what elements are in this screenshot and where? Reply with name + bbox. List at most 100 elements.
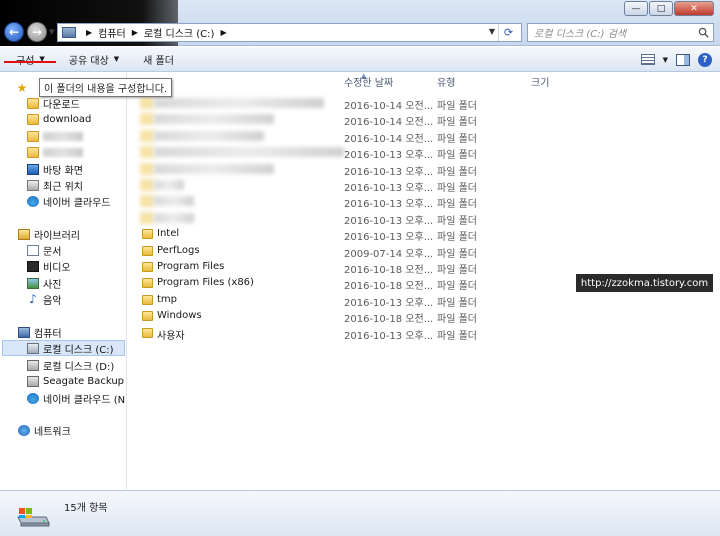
table-row[interactable]: 사용자 2016-10-13 오후... 파일 폴더 bbox=[128, 325, 720, 342]
nav-libraries[interactable]: 라이브러리 bbox=[18, 226, 80, 242]
nav-item-local-disk-d[interactable]: 로컬 디스크 (D:) bbox=[27, 357, 114, 373]
nav-network[interactable]: 네트워크 bbox=[18, 422, 71, 438]
search-input[interactable]: 로컬 디스크 (C:) 검색 bbox=[527, 23, 714, 42]
help-icon[interactable]: ? bbox=[698, 52, 712, 67]
file-type: 파일 폴더 bbox=[437, 117, 477, 129]
forward-button[interactable]: → bbox=[27, 22, 47, 42]
file-date: 2016-10-13 오후... bbox=[344, 199, 434, 211]
refresh-icon[interactable]: ⟳ bbox=[498, 24, 518, 41]
preview-pane-icon[interactable] bbox=[676, 53, 690, 66]
file-date: 2016-10-18 오전... bbox=[344, 314, 434, 326]
table-row[interactable]: 2016-10-13 오후... 파일 폴더 bbox=[128, 177, 720, 194]
nav-item-music[interactable]: ♪ 음악 bbox=[27, 291, 61, 307]
nav-item-documents[interactable]: 문서 bbox=[27, 242, 61, 258]
file-date: 2016-10-13 오후... bbox=[344, 166, 434, 178]
toolbar-right-controls: ▼ ? bbox=[640, 47, 720, 72]
nav-item-pictures[interactable]: 사진 bbox=[27, 275, 61, 291]
nav-item-recent-places[interactable]: 최근 위치 bbox=[27, 177, 83, 193]
table-row[interactable]: 2016-10-13 오후... 파일 폴더 bbox=[128, 161, 720, 178]
navigation-pane[interactable]: ★ 다운로드 download 바탕 화면 최근 위치 네이버 클라우드 라이브… bbox=[0, 72, 142, 490]
file-type: 파일 폴더 bbox=[437, 314, 477, 326]
column-header-type[interactable]: 유형 bbox=[437, 72, 455, 90]
organize-button[interactable]: 구성 ▼ bbox=[0, 47, 55, 72]
redacted-label bbox=[43, 131, 83, 141]
search-icon[interactable] bbox=[698, 27, 709, 38]
nav-item-naver-cloud[interactable]: 네이버 클라우드 bbox=[27, 193, 111, 209]
file-date: 2009-07-14 오후... bbox=[344, 248, 434, 260]
table-row[interactable]: PerfLogs 2009-07-14 오후... 파일 폴더 bbox=[128, 243, 720, 260]
maximize-button[interactable]: □ bbox=[649, 1, 673, 16]
details-pane: 15개 항목 bbox=[0, 490, 720, 536]
redacted-label bbox=[43, 147, 83, 157]
nav-item-downloads[interactable]: 다운로드 bbox=[27, 95, 80, 111]
nav-item-label: 컴퓨터 bbox=[34, 328, 62, 340]
table-row[interactable]: 2016-10-13 오후... 파일 폴더 bbox=[128, 210, 720, 227]
organize-tooltip: 이 폴더의 내용을 구성합니다. bbox=[39, 78, 173, 97]
nav-item-naver-cloud-drive[interactable]: 네이버 클라우드 (N bbox=[27, 390, 125, 406]
view-options-icon[interactable] bbox=[640, 54, 655, 65]
share-label: 공유 대상 bbox=[68, 55, 109, 67]
back-button[interactable]: ← bbox=[4, 22, 24, 42]
folder-icon bbox=[140, 179, 154, 191]
new-folder-button[interactable]: 새 폴더 bbox=[133, 47, 184, 72]
drive-icon bbox=[27, 359, 39, 371]
table-row[interactable]: 2016-10-14 오전... 파일 폴더 bbox=[128, 111, 720, 129]
file-date: 2016-10-13 오후... bbox=[344, 215, 434, 227]
file-name: Windows bbox=[157, 310, 202, 322]
file-name: PerfLogs bbox=[157, 244, 200, 256]
file-type: 파일 폴더 bbox=[437, 297, 477, 309]
file-type: 파일 폴더 bbox=[437, 281, 477, 293]
breadcrumb-separator[interactable]: ▶ bbox=[220, 28, 226, 37]
table-row[interactable]: 2016-10-14 오전... 파일 폴더 bbox=[128, 95, 720, 112]
file-type: 파일 폴더 bbox=[437, 215, 477, 227]
documents-icon bbox=[27, 244, 39, 256]
red-underline-annotation bbox=[4, 61, 56, 63]
organize-label: 구성 bbox=[16, 52, 34, 67]
nav-item-redacted[interactable] bbox=[27, 128, 83, 144]
nav-item-desktop[interactable]: 바탕 화면 bbox=[27, 161, 83, 177]
table-row[interactable]: Program Files 2016-10-18 오전... 파일 폴더 bbox=[128, 259, 720, 276]
nav-item-seagate-backup[interactable]: Seagate Backup Plu bbox=[27, 373, 142, 389]
music-note-icon: ♪ bbox=[29, 291, 37, 306]
folder-icon bbox=[142, 262, 153, 272]
view-dropdown-icon[interactable]: ▼ bbox=[663, 56, 668, 64]
nav-item-label: 로컬 디스크 (C:) bbox=[43, 344, 114, 356]
folder-icon bbox=[140, 211, 154, 224]
table-row[interactable]: 2016-10-13 오후... 파일 폴더 bbox=[128, 193, 720, 211]
nav-item-local-disk-c[interactable]: 로컬 디스크 (C:) bbox=[2, 340, 125, 356]
file-type: 파일 폴더 bbox=[437, 133, 477, 145]
close-button[interactable]: ✕ bbox=[674, 1, 714, 16]
column-header-date[interactable]: 수정한 날짜 bbox=[344, 72, 393, 90]
table-row[interactable]: Windows 2016-10-18 오전... 파일 폴더 bbox=[128, 308, 720, 326]
breadcrumb-local-disk-c[interactable]: 로컬 디스크 (C:) bbox=[144, 25, 215, 40]
computer-icon bbox=[62, 27, 76, 38]
computer-icon bbox=[18, 326, 30, 338]
address-dropdown[interactable]: ▼ bbox=[489, 27, 495, 36]
column-header-size[interactable]: 크기 bbox=[531, 72, 549, 90]
breadcrumb-computer[interactable]: 컴퓨터 bbox=[98, 25, 126, 40]
folder-icon bbox=[27, 113, 39, 125]
nav-item-videos[interactable]: 비디오 bbox=[27, 258, 71, 274]
folder-icon bbox=[140, 113, 154, 126]
nav-computer[interactable]: 컴퓨터 bbox=[18, 324, 62, 340]
redacted-name bbox=[154, 163, 274, 174]
folder-icon bbox=[140, 146, 154, 159]
file-date: 2016-10-14 오전... bbox=[344, 101, 434, 112]
nav-item-label: 로컬 디스크 (D:) bbox=[43, 361, 115, 373]
address-bar[interactable]: ▶ 컴퓨터 ▶ 로컬 디스크 (C:) ▶ ▼ ⟳ bbox=[57, 23, 522, 42]
nav-item-label: 최근 위치 bbox=[43, 181, 83, 193]
table-row[interactable]: 2016-10-13 오후... 파일 폴더 bbox=[128, 144, 720, 161]
nav-item-redacted[interactable] bbox=[27, 144, 83, 160]
table-row[interactable]: Intel 2016-10-13 오후... 파일 폴더 bbox=[128, 226, 720, 243]
share-with-button[interactable]: 공유 대상 ▼ bbox=[59, 47, 129, 72]
nav-item-label: 음악 bbox=[43, 295, 62, 307]
breadcrumb-separator[interactable]: ▶ bbox=[86, 28, 92, 37]
breadcrumb-separator[interactable]: ▶ bbox=[132, 28, 138, 37]
nav-favorites[interactable]: ★ bbox=[16, 80, 32, 96]
file-type: 파일 폴더 bbox=[437, 330, 477, 342]
nav-item-download[interactable]: download bbox=[27, 111, 91, 127]
minimize-button[interactable]: — bbox=[624, 1, 648, 16]
recent-pages-dropdown[interactable]: ▼ bbox=[49, 28, 54, 36]
table-row[interactable]: 2016-10-14 오전... 파일 폴더 bbox=[128, 128, 720, 145]
table-row[interactable]: tmp 2016-10-13 오후... 파일 폴더 bbox=[128, 292, 720, 309]
